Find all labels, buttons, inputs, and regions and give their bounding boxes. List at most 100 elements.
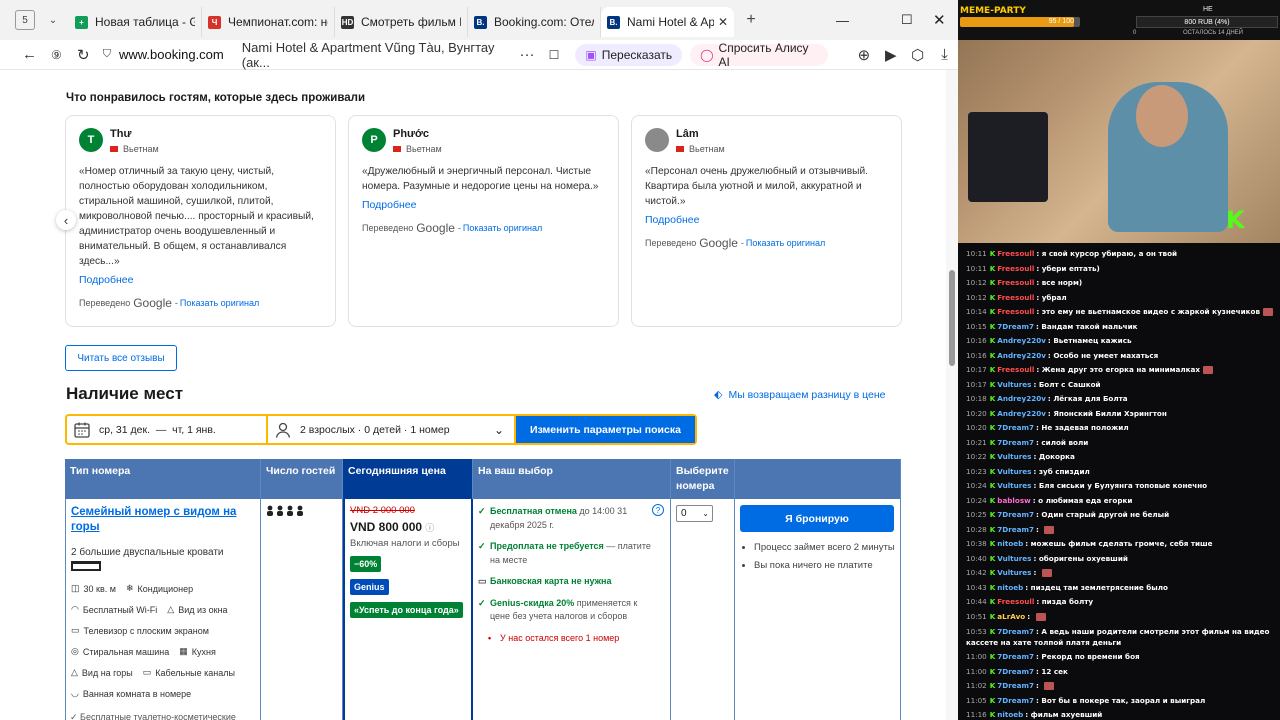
chat-username[interactable]: bablosw bbox=[997, 496, 1030, 505]
emote-icon bbox=[1044, 682, 1055, 690]
chat-username[interactable]: 7Dream7 bbox=[997, 627, 1034, 636]
minimize-icon[interactable]: — bbox=[836, 0, 849, 40]
chat-username[interactable]: 7Dream7 bbox=[997, 652, 1034, 661]
chat-username[interactable]: 7Dream7 bbox=[997, 525, 1034, 534]
retell-button[interactable]: ▣ Пересказать bbox=[575, 43, 683, 66]
price-match-link[interactable]: ⬖ Мы возвращаем разницу в цене bbox=[714, 388, 885, 402]
chat-username[interactable]: Vultures bbox=[997, 467, 1031, 476]
read-more-link[interactable]: Подробнее bbox=[362, 199, 605, 211]
room-quantity-select[interactable]: 0 ⌄ bbox=[676, 505, 713, 522]
bookmark-icon[interactable]: ☐ bbox=[541, 48, 568, 62]
chat-message: 10:16 K Andrey220v: Вьетнамец кажись bbox=[958, 334, 1280, 349]
site-info-icon[interactable]: ⛉ bbox=[103, 48, 111, 61]
new-tab-button[interactable]: + bbox=[738, 11, 764, 29]
read-more-link[interactable]: Подробнее bbox=[645, 214, 888, 226]
tab-close-icon[interactable]: ✕ bbox=[718, 15, 728, 29]
chat-time: 10:12 bbox=[966, 278, 987, 287]
tab-5[interactable]: B. Nami Hotel & Apar ✕ bbox=[601, 7, 734, 37]
facility-icon: △ bbox=[167, 604, 175, 614]
chat-message: 10:25 K 7Dream7: Один старый другой не бел… bbox=[958, 508, 1280, 523]
chat-username[interactable]: Freesoull bbox=[997, 365, 1034, 374]
chat-username[interactable]: nitoeb bbox=[997, 583, 1023, 592]
condition-item: ✓ Бесплатная отмена до 14:00 31 декабря 2… bbox=[478, 505, 651, 532]
help-icon[interactable]: ? bbox=[652, 504, 664, 516]
separator: - bbox=[740, 238, 744, 248]
chat-username[interactable]: 7Dream7 bbox=[997, 322, 1034, 331]
chat-text: Докорка bbox=[1038, 452, 1075, 461]
change-search-button[interactable]: Изменить параметры поиска bbox=[516, 416, 695, 443]
genius-badge: Genius bbox=[350, 579, 389, 595]
chat-username[interactable]: Freesoull bbox=[997, 278, 1034, 287]
kick-badge-icon: K bbox=[989, 336, 996, 345]
chat-username[interactable]: Andrey220v bbox=[997, 336, 1046, 345]
alice-button[interactable]: ◯ Спросить Алису AI bbox=[690, 40, 829, 69]
tab-1[interactable]: + Новая таблица - Goo bbox=[69, 7, 202, 37]
scrollbar-thumb[interactable] bbox=[949, 270, 955, 366]
chat-username[interactable]: Vultures bbox=[997, 568, 1031, 577]
reload-icon[interactable]: ↻ bbox=[70, 46, 97, 64]
chat-username[interactable]: Andrey220v bbox=[997, 394, 1046, 403]
tab-label: Nami Hotel & Apar bbox=[627, 15, 714, 29]
info-icon[interactable]: ⓘ bbox=[425, 523, 434, 533]
chat-username[interactable]: aLrAvo bbox=[997, 612, 1025, 621]
facility-item: ◎ Стиральная машина bbox=[71, 646, 169, 657]
book-button[interactable]: Я бронирую bbox=[740, 505, 894, 532]
review-header: T Thư Вьетнам bbox=[79, 128, 322, 154]
yandex-icon[interactable]: ⑨ bbox=[43, 48, 70, 62]
chat-username[interactable]: Vultures bbox=[997, 452, 1031, 461]
chat-username[interactable]: nitoeb bbox=[997, 710, 1023, 719]
alice-label: Спросить Алису AI bbox=[718, 40, 809, 69]
chat-username[interactable]: Freesoull bbox=[997, 307, 1034, 316]
chevron-down-icon[interactable]: ⌄ bbox=[45, 15, 61, 26]
reviewer-name: Thư bbox=[110, 128, 132, 140]
chat-username[interactable]: 7Dream7 bbox=[997, 667, 1034, 676]
tab-3[interactable]: HD Смотреть фильм Игр bbox=[335, 7, 468, 37]
chat-username[interactable]: 7Dream7 bbox=[997, 438, 1034, 447]
chat-username[interactable]: Andrey220v bbox=[997, 351, 1046, 360]
chat-username[interactable]: Freesoull bbox=[997, 597, 1034, 606]
tab-4[interactable]: B. Booking.com: Отели п bbox=[468, 7, 601, 37]
facility-icon: ▭ bbox=[142, 667, 152, 677]
chat-username[interactable]: Freesoull bbox=[997, 249, 1034, 258]
url-field[interactable]: ⛉ www.booking.com Nami Hotel & Apartment… bbox=[103, 40, 510, 70]
carousel-prev-button[interactable]: ‹ bbox=[56, 210, 76, 230]
deal-badge: «Успеть до конца года» bbox=[350, 602, 463, 618]
chat-username[interactable]: 7Dream7 bbox=[997, 681, 1034, 690]
chat-message: 10:23 K Vultures: зуб спиздил bbox=[958, 465, 1280, 480]
page-scrollbar[interactable] bbox=[946, 70, 958, 720]
chat-username[interactable]: Vultures bbox=[997, 554, 1031, 563]
dates-field[interactable]: ср, 31 дек. — чт, 1 янв. bbox=[67, 416, 268, 443]
show-original-link[interactable]: Показать оригинал bbox=[180, 298, 259, 308]
monitor bbox=[968, 112, 1048, 202]
guests-field[interactable]: 2 взрослых · 0 детей · 1 номер ⌄ bbox=[268, 416, 516, 443]
tab-2[interactable]: Ч Чемпионат.com: нов bbox=[202, 7, 335, 37]
chat-username[interactable]: Vultures bbox=[997, 380, 1031, 389]
download-icon[interactable]: ⤓ bbox=[931, 46, 958, 63]
read-all-reviews-button[interactable]: Читать все отзывы bbox=[65, 345, 177, 371]
show-original-link[interactable]: Показать оригинал bbox=[746, 238, 825, 248]
maximize-icon[interactable]: ☐ bbox=[901, 0, 913, 40]
booking-note: Вы пока ничего не платите bbox=[754, 559, 895, 573]
close-window-icon[interactable]: ✕ bbox=[933, 0, 946, 40]
chat-username[interactable]: nitoeb bbox=[997, 539, 1023, 548]
read-more-link[interactable]: Подробнее bbox=[79, 274, 322, 286]
chat-username[interactable]: Vultures bbox=[997, 481, 1031, 490]
chat-username[interactable]: 7Dream7 bbox=[997, 510, 1034, 519]
tab-count-button[interactable]: 5 bbox=[15, 10, 35, 30]
avatar bbox=[645, 128, 669, 152]
show-original-link[interactable]: Показать оригинал bbox=[463, 223, 542, 233]
chat-username[interactable]: Andrey220v bbox=[997, 409, 1046, 418]
chat-username[interactable]: 7Dream7 bbox=[997, 696, 1034, 705]
room-name-link[interactable]: Семейный номер с видом на горы bbox=[71, 505, 255, 535]
extension-icon[interactable]: ⬡ bbox=[904, 46, 931, 64]
globe-icon[interactable]: ⊕ bbox=[850, 46, 877, 64]
more-icon[interactable]: ··· bbox=[514, 46, 541, 63]
chat-username[interactable]: Freesoull bbox=[997, 293, 1034, 302]
back-icon[interactable]: ← bbox=[16, 46, 43, 63]
chat-username[interactable]: Freesoull bbox=[997, 264, 1034, 273]
kick-badge-icon: K bbox=[989, 524, 996, 534]
media-icon[interactable]: ▶ bbox=[877, 46, 904, 64]
chat-username[interactable]: 7Dream7 bbox=[997, 423, 1034, 432]
chat-message: 10:14 K Freesoull: это ему не вьетнамское … bbox=[958, 305, 1280, 320]
check-icon: ✓ bbox=[478, 597, 486, 608]
